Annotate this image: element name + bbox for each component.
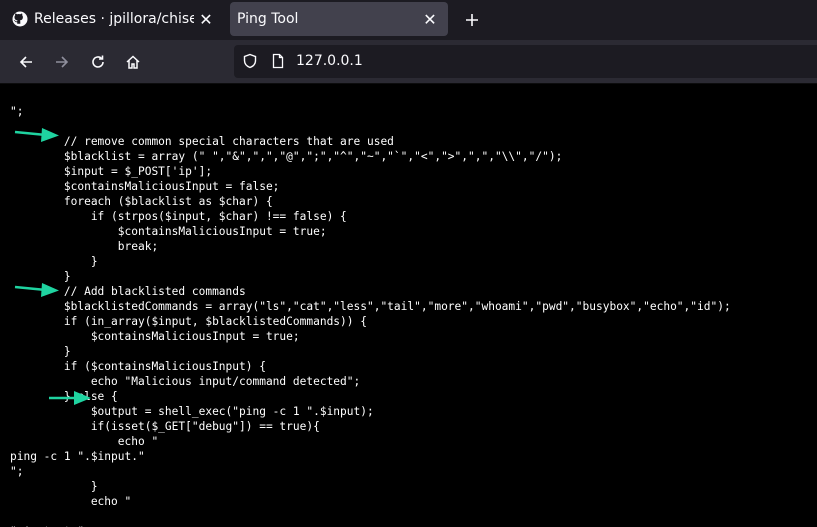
- arrow-icon: [49, 391, 91, 405]
- arrow-icon: [14, 128, 59, 142]
- close-tab-icon[interactable]: ✕: [194, 7, 218, 31]
- navigation-bar: 127.0.0.1: [0, 40, 817, 84]
- arrow-icon: [14, 283, 59, 297]
- shield-icon[interactable]: [242, 53, 258, 73]
- tab-releases[interactable]: Releases · jpillora/chisel ✕: [4, 2, 224, 36]
- close-tab-icon[interactable]: ✕: [418, 7, 442, 31]
- forward-icon[interactable]: [48, 48, 76, 76]
- github-icon: [12, 11, 28, 27]
- tab-ping-tool[interactable]: Ping Tool ✕: [230, 2, 448, 36]
- back-icon[interactable]: [12, 48, 40, 76]
- page-icon[interactable]: [270, 53, 286, 73]
- url-text[interactable]: 127.0.0.1: [296, 53, 363, 69]
- new-tab-icon[interactable]: [460, 8, 484, 32]
- page-content: "; // remove common special characters t…: [0, 85, 817, 527]
- php-source-code: "; // remove common special characters t…: [10, 105, 731, 527]
- tab-title: Releases · jpillora/chisel: [34, 11, 194, 27]
- home-icon[interactable]: [119, 48, 147, 76]
- reload-icon[interactable]: [84, 48, 112, 76]
- tab-title: Ping Tool: [237, 11, 299, 27]
- address-bar[interactable]: 127.0.0.1: [234, 45, 817, 78]
- tab-bar: Releases · jpillora/chisel ✕ Ping Tool ✕: [0, 0, 817, 40]
